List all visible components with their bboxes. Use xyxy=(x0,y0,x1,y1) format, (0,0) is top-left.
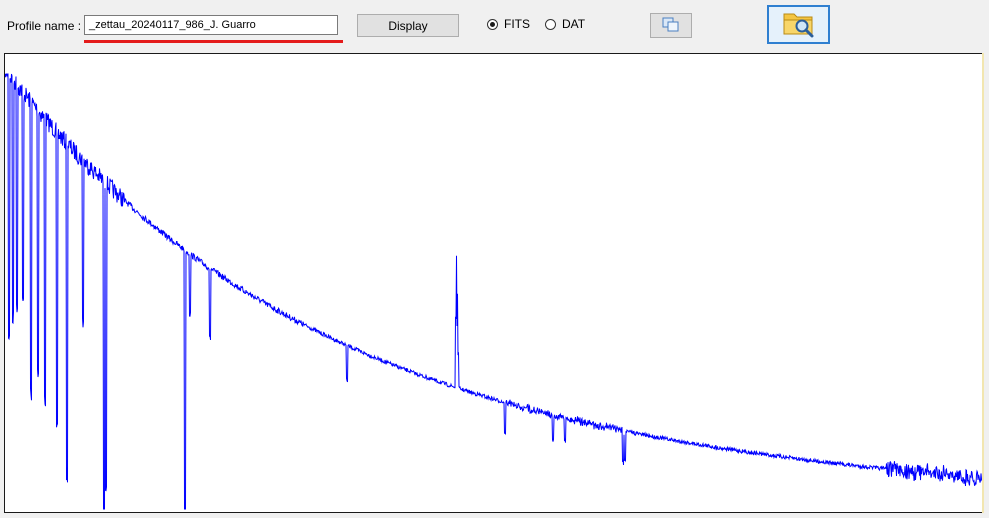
spectrum-canvas xyxy=(5,73,983,510)
fits-radio-label: FITS xyxy=(504,17,530,31)
open-folder-button[interactable] xyxy=(767,5,830,44)
copy-button[interactable] xyxy=(650,13,692,38)
dat-radio-circle[interactable] xyxy=(545,18,556,30)
profile-name-input[interactable]: _zettau_20240117_986_J. Guarro xyxy=(84,15,338,35)
spectrum-plot xyxy=(4,53,984,513)
spectrum-line xyxy=(5,73,983,510)
display-button[interactable]: Display xyxy=(357,14,459,37)
dat-radio[interactable]: DAT xyxy=(545,17,585,31)
dat-radio-label: DAT xyxy=(562,17,586,31)
folder-search-icon xyxy=(782,8,816,41)
plot-right-edge xyxy=(982,53,984,513)
fits-radio[interactable]: FITS xyxy=(487,17,530,31)
fits-radio-circle[interactable] xyxy=(487,18,498,30)
copy-icon xyxy=(661,16,681,35)
profile-underline xyxy=(84,40,343,43)
profile-name-label: Profile name : xyxy=(7,19,82,33)
